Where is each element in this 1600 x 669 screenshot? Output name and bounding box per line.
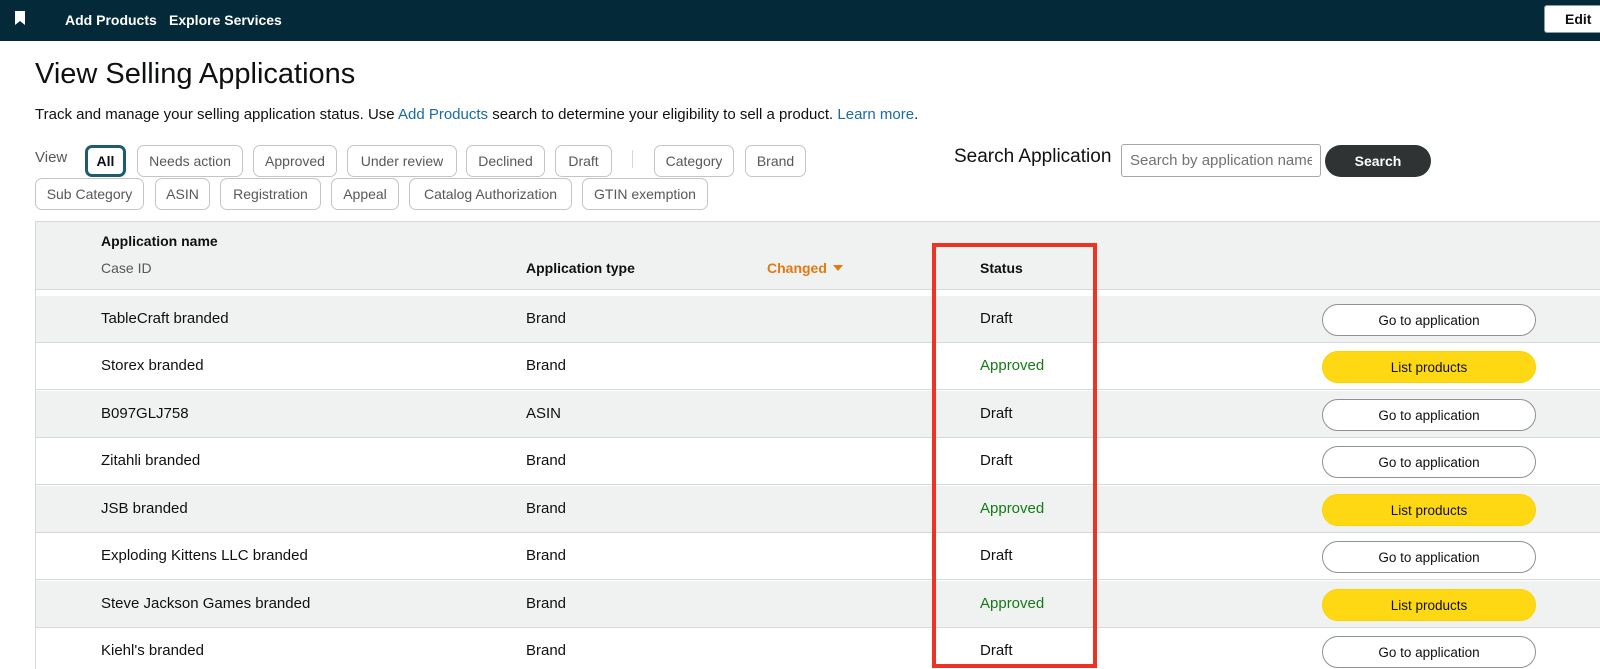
table-row: Kiehl's branded Brand Draft Go to applic… bbox=[36, 628, 1600, 669]
application-name: Steve Jackson Games branded bbox=[101, 595, 311, 612]
list-products-button[interactable]: List products bbox=[1322, 589, 1536, 621]
application-status: Approved bbox=[980, 595, 1045, 612]
intro-text: Track and manage your selling applicatio… bbox=[35, 106, 918, 123]
filter-registration[interactable]: Registration bbox=[220, 178, 321, 210]
table-row: JSB branded Brand Approved List products bbox=[36, 486, 1600, 533]
list-products-button[interactable]: List products bbox=[1322, 494, 1536, 526]
filter-declined[interactable]: Declined bbox=[466, 145, 545, 177]
application-status: Approved bbox=[980, 500, 1045, 517]
header-status: Status bbox=[980, 260, 1023, 276]
application-type: Brand bbox=[526, 357, 567, 374]
filter-category[interactable]: Category bbox=[654, 145, 734, 177]
bookmark-icon[interactable] bbox=[15, 11, 25, 25]
search-input[interactable] bbox=[1121, 144, 1321, 177]
application-type: Brand bbox=[526, 500, 567, 517]
nav-link-explore-services[interactable]: Explore Services bbox=[169, 12, 282, 28]
filter-divider bbox=[632, 150, 633, 168]
table-row: Exploding Kittens LLC branded Brand Draf… bbox=[36, 533, 1600, 580]
go-to-application-button[interactable]: Go to application bbox=[1322, 304, 1536, 336]
go-to-application-button[interactable]: Go to application bbox=[1322, 636, 1536, 668]
table-row: Storex branded Brand Approved List produ… bbox=[36, 343, 1600, 390]
table-row: B097GLJ758 ASIN Draft Go to application bbox=[36, 391, 1600, 438]
header-changed-sort[interactable]: Changed bbox=[767, 260, 843, 276]
go-to-application-button[interactable]: Go to application bbox=[1322, 541, 1536, 573]
application-type: Brand bbox=[526, 547, 567, 564]
filter-brand[interactable]: Brand bbox=[745, 145, 806, 177]
sort-descending-icon bbox=[832, 265, 843, 271]
application-name: Kiehl's branded bbox=[101, 642, 204, 659]
nav-link-add-products[interactable]: Add Products bbox=[65, 12, 157, 28]
header-case-id: Case ID bbox=[101, 260, 152, 276]
application-status: Draft bbox=[980, 405, 1013, 422]
filter-under-review[interactable]: Under review bbox=[347, 145, 457, 177]
table-row: TableCraft branded Brand Draft Go to app… bbox=[36, 296, 1600, 343]
application-type: ASIN bbox=[526, 405, 562, 422]
header-application-type: Application type bbox=[526, 260, 635, 276]
filter-draft[interactable]: Draft bbox=[555, 145, 612, 177]
filter-needs-action[interactable]: Needs action bbox=[137, 145, 243, 177]
application-name: B097GLJ758 bbox=[101, 405, 189, 422]
filter-catalog-authorization[interactable]: Catalog Authorization bbox=[409, 178, 572, 210]
application-name: Zitahli branded bbox=[101, 452, 201, 469]
application-name: TableCraft branded bbox=[101, 310, 229, 327]
search-application-label: Search Application bbox=[954, 146, 1112, 167]
applications-table: Application name Case ID Application typ… bbox=[35, 221, 1600, 669]
filter-approved[interactable]: Approved bbox=[253, 145, 337, 177]
application-name: Storex branded bbox=[101, 357, 204, 374]
edit-button[interactable]: Edit bbox=[1544, 5, 1600, 33]
list-products-button[interactable]: List products bbox=[1322, 351, 1536, 383]
intro-text-middle: search to determine your eligibility to … bbox=[488, 106, 838, 123]
application-status: Draft bbox=[980, 642, 1013, 659]
application-status: Draft bbox=[980, 452, 1013, 469]
view-label: View bbox=[35, 149, 68, 166]
application-status: Draft bbox=[980, 547, 1013, 564]
table-row: Zitahli branded Brand Draft Go to applic… bbox=[36, 438, 1600, 485]
filter-gtin-exemption[interactable]: GTIN exemption bbox=[582, 178, 708, 210]
application-name: Exploding Kittens LLC branded bbox=[101, 547, 308, 564]
filter-appeal[interactable]: Appeal bbox=[331, 178, 399, 210]
header-changed-label: Changed bbox=[767, 260, 827, 276]
filter-sub-category[interactable]: Sub Category bbox=[35, 178, 144, 210]
table-header: Application name Case ID Application typ… bbox=[36, 221, 1600, 290]
top-navigation-bar: Add Products Explore Services Edit bbox=[0, 0, 1600, 41]
go-to-application-button[interactable]: Go to application bbox=[1322, 446, 1536, 478]
learn-more-link[interactable]: Learn more bbox=[837, 106, 914, 123]
application-status: Draft bbox=[980, 310, 1013, 327]
filter-asin[interactable]: ASIN bbox=[155, 178, 210, 210]
page-title: View Selling Applications bbox=[35, 58, 356, 90]
application-type: Brand bbox=[526, 452, 567, 469]
intro-text-end: . bbox=[914, 106, 919, 123]
go-to-application-button[interactable]: Go to application bbox=[1322, 399, 1536, 431]
application-type: Brand bbox=[526, 595, 567, 612]
search-button[interactable]: Search bbox=[1325, 145, 1431, 177]
intro-text-start: Track and manage your selling applicatio… bbox=[35, 106, 398, 123]
filter-all[interactable]: All bbox=[85, 145, 126, 177]
table-row: Steve Jackson Games branded Brand Approv… bbox=[36, 581, 1600, 628]
application-type: Brand bbox=[526, 642, 567, 659]
header-application-name: Application name bbox=[101, 233, 218, 249]
application-type: Brand bbox=[526, 310, 567, 327]
application-status: Approved bbox=[980, 357, 1045, 374]
application-name: JSB branded bbox=[101, 500, 188, 517]
add-products-link[interactable]: Add Products bbox=[398, 106, 488, 123]
